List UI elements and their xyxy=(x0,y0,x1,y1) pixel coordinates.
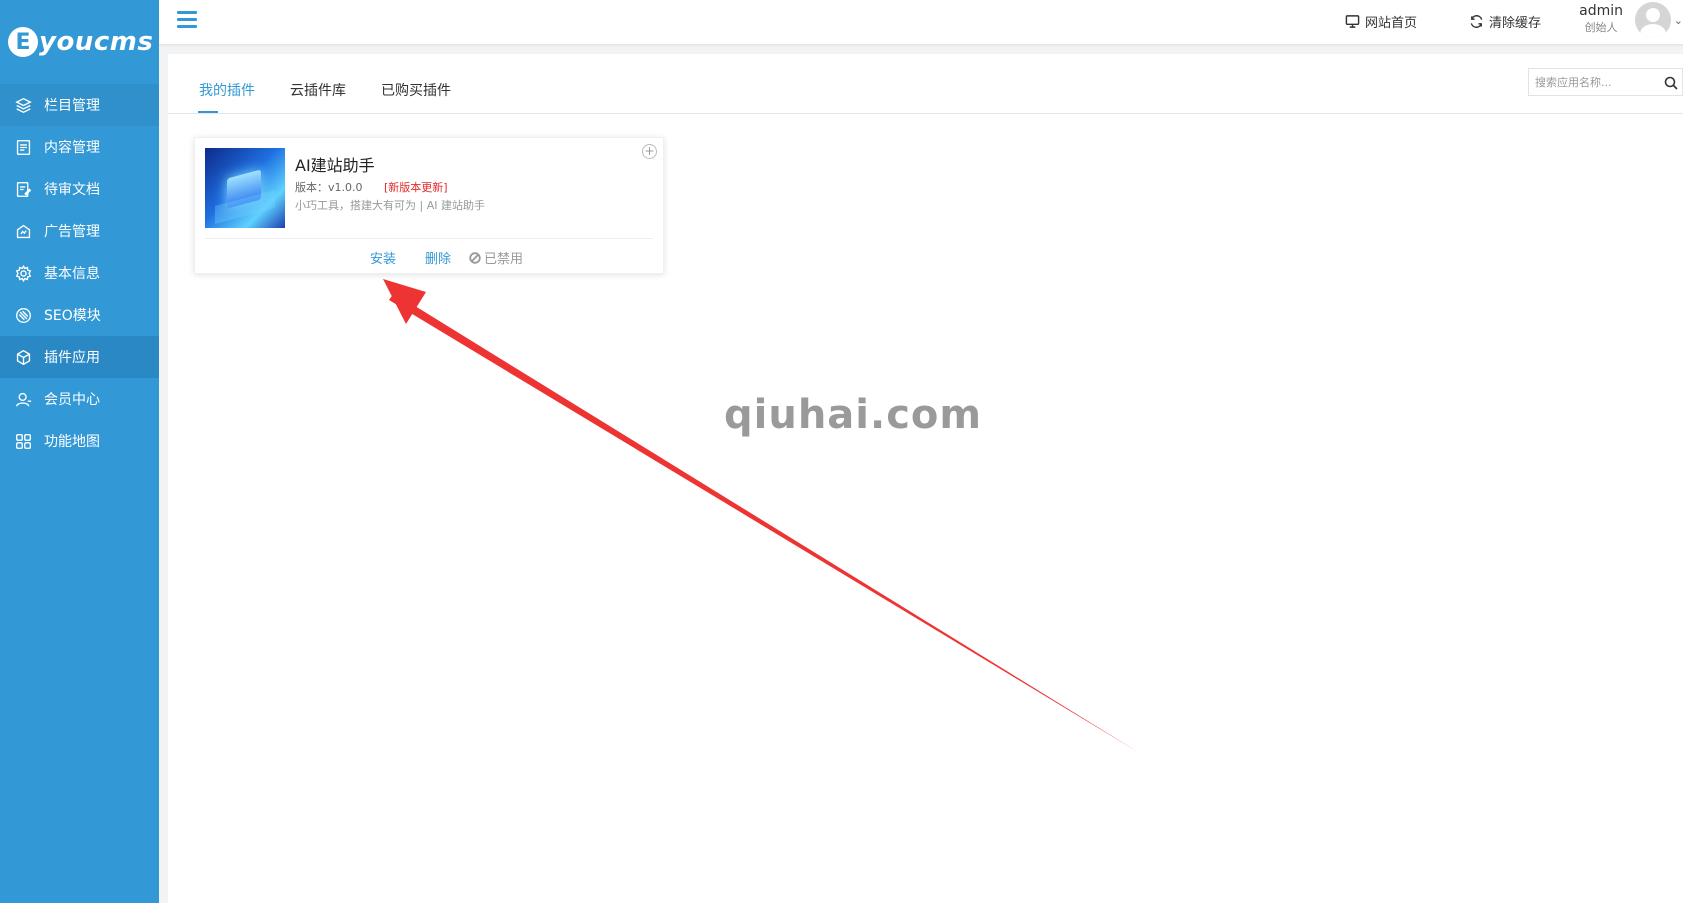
avatar[interactable] xyxy=(1635,2,1671,38)
monitor-icon xyxy=(1345,15,1360,28)
sidebar-item-label: 会员中心 xyxy=(44,392,100,408)
plugin-tabs: 我的插件 云插件库 已购买插件 xyxy=(168,54,1683,114)
ad-icon xyxy=(14,222,32,240)
user-name: admin xyxy=(1579,3,1623,19)
user-info[interactable]: admin 创始人 xyxy=(1579,3,1623,35)
tab-my-plugins[interactable]: 我的插件 xyxy=(199,80,255,100)
sidebar-item-columns[interactable]: 栏目管理 xyxy=(0,84,159,126)
logo-mark: E xyxy=(8,27,38,57)
active-tab-indicator xyxy=(198,111,218,113)
disabled-status[interactable]: 已禁用 xyxy=(469,248,523,267)
search-box xyxy=(1528,68,1683,96)
tab-cloud-plugins[interactable]: 云插件库 xyxy=(290,80,346,100)
search-input[interactable] xyxy=(1535,75,1655,89)
tab-purchased-plugins[interactable]: 已购买插件 xyxy=(381,80,451,100)
refresh-icon xyxy=(1470,15,1483,28)
plugin-card: AI建站助手 版本：v1.0.0 [新版本更新] 小巧工具，搭建大有可为 | A… xyxy=(194,137,664,274)
user-icon xyxy=(14,390,32,408)
sidebar-item-content[interactable]: 内容管理 xyxy=(0,126,159,168)
sidebar-item-pending[interactable]: 待审文档 xyxy=(0,168,159,210)
edit-document-icon xyxy=(14,180,32,198)
sidebar-item-basic-info[interactable]: 基本信息 xyxy=(0,252,159,294)
sidebar-item-ads[interactable]: 广告管理 xyxy=(0,210,159,252)
search-icon[interactable] xyxy=(1664,75,1678,90)
grid-icon xyxy=(14,432,32,450)
plugin-title: AI建站助手 xyxy=(295,156,375,175)
watermark: qiuhai.com xyxy=(724,392,983,438)
seo-icon xyxy=(14,306,32,324)
plugin-thumbnail xyxy=(205,148,285,228)
delete-button[interactable]: 删除 xyxy=(425,248,451,267)
site-home-link[interactable]: 网站首页 xyxy=(1345,12,1417,31)
sidebar-item-plugins[interactable]: 插件应用 xyxy=(0,336,159,378)
sidebar-item-function-map[interactable]: 功能地图 xyxy=(0,420,159,462)
logo[interactable]: E youcms xyxy=(0,0,159,84)
document-icon xyxy=(14,138,32,156)
ban-icon xyxy=(469,251,481,264)
plugin-version: 版本：v1.0.0 xyxy=(295,181,363,194)
sidebar-item-label: 栏目管理 xyxy=(44,98,100,114)
sidebar-item-label: 基本信息 xyxy=(44,266,100,282)
user-role: 创始人 xyxy=(1584,21,1618,34)
plus-icon[interactable]: + xyxy=(642,144,657,159)
top-bar: 网站首页 清除缓存 admin 创始人 ⌄ xyxy=(159,0,1683,45)
logo-text: youcms xyxy=(39,27,154,57)
sidebar-item-label: SEO模块 xyxy=(44,308,101,324)
sidebar-item-label: 广告管理 xyxy=(44,224,100,240)
sidebar-item-seo[interactable]: SEO模块 xyxy=(0,294,159,336)
chevron-down-icon[interactable]: ⌄ xyxy=(1674,14,1683,27)
sidebar-nav: 栏目管理 内容管理 待审文档 广告管理 基本信息 SEO模块 插件应用 会员中心… xyxy=(0,84,159,462)
sidebar-item-label: 功能地图 xyxy=(44,434,100,450)
plugin-description: 小巧工具，搭建大有可为 | AI 建站助手 xyxy=(295,199,485,212)
card-divider xyxy=(205,238,653,239)
layers-icon xyxy=(14,96,32,114)
install-button[interactable]: 安装 xyxy=(370,248,396,267)
sidebar-item-label: 插件应用 xyxy=(44,350,100,366)
main-content: 我的插件 云插件库 已购买插件 AI建站助手 版本：v1.0.0 [新版本更新]… xyxy=(168,54,1683,903)
hamburger-menu-icon[interactable] xyxy=(177,11,197,29)
clear-cache-link[interactable]: 清除缓存 xyxy=(1469,12,1541,31)
site-home-label: 网站首页 xyxy=(1365,16,1418,31)
clear-cache-label: 清除缓存 xyxy=(1489,16,1542,31)
cube-icon xyxy=(14,348,32,366)
sidebar-item-label: 内容管理 xyxy=(44,140,100,156)
sidebar-item-label: 待审文档 xyxy=(44,182,100,198)
disabled-label: 已禁用 xyxy=(484,252,524,267)
sidebar-item-members[interactable]: 会员中心 xyxy=(0,378,159,420)
sidebar: E youcms 栏目管理 内容管理 待审文档 广告管理 基本信息 SEO模块 xyxy=(0,0,159,903)
plugin-update-badge[interactable]: [新版本更新] xyxy=(384,179,448,195)
gear-icon xyxy=(14,264,32,282)
